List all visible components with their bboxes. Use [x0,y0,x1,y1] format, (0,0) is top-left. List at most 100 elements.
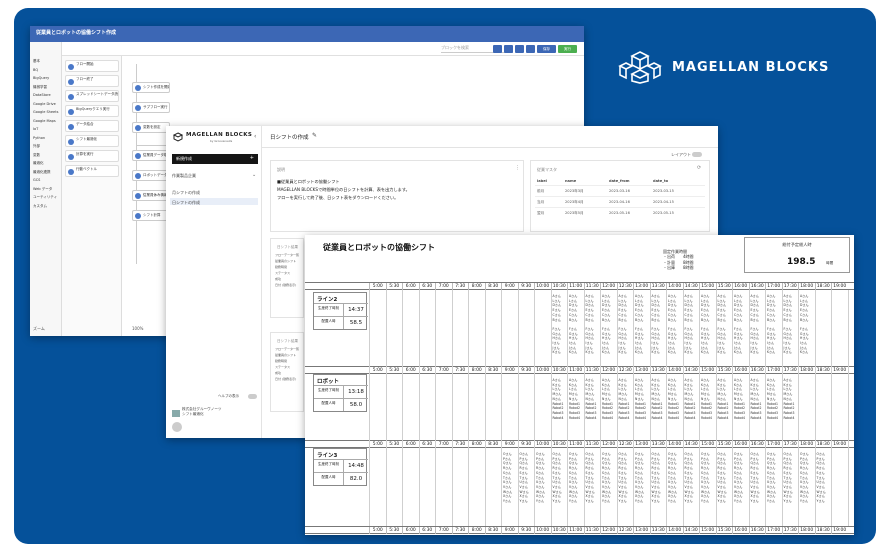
palette-block-label: BigQueryクエリ実行 [76,107,110,111]
shift-name-cell: Robot4 [569,415,580,420]
flow-node[interactable]: ロボットデータ取得 [132,170,170,181]
master-cell: 2023年4月 [565,200,584,204]
collapse-nav-icon[interactable]: ‹ [254,133,256,140]
palette-block[interactable]: BigQueryクエリ実行 [65,105,119,117]
undo-button[interactable] [515,45,524,53]
grid-column-line [682,290,684,526]
shift-grid: 5:00 5:30 6:00 6:30 7:00 7:30 8:00 8:30 9:00 9:30… [305,235,854,535]
palette-block[interactable]: スプレッドシートデータ読込 [65,90,119,102]
time-slot-label: 11:00 [567,527,584,534]
time-slot-label: 18:30 [814,527,832,534]
time-slot-label: 7:00 [435,527,452,534]
sidebar-item[interactable]: Web データ [33,187,52,192]
sidebar-item[interactable]: Google Drive [33,102,56,106]
time-slot-label: 17:00 [765,367,782,374]
more-icon[interactable]: ⋮ [515,165,520,171]
shift-name-cell: Robot4 [668,415,679,420]
flow-node[interactable]: シフト計算 [132,210,170,221]
flow-node[interactable]: 変数を設定 [132,122,170,133]
sidebar-item[interactable]: Google Sheets [33,110,58,114]
sidebar-item[interactable]: カスタム [33,204,47,209]
chevron-down-icon: ⌄ [252,172,257,178]
sidebar-item[interactable]: ユーティリティ [33,195,57,200]
row-divider [535,185,705,186]
shift-name-cell: Kさん [734,350,743,355]
time-slot-label: 18:30 [814,441,832,448]
shift-name-cell: Bさん [734,317,743,322]
sidebar-item[interactable]: DataStore [33,93,51,97]
nav-item-daily[interactable]: 日シフトの作成 [172,200,200,206]
time-slot-label: 12:30 [616,367,634,374]
flow-node-label: 変数を設定 [143,125,161,129]
time-slot-label: 16:00 [732,367,749,374]
sidebar-item[interactable]: 変数 [33,153,40,158]
time-slot-label: 9:30 [517,367,535,374]
nav-item-monthly[interactable]: 月シフトの作成 [172,190,200,196]
time-slot-label: 9:00 [501,283,518,290]
result-line: 日付 (勤務表示) [275,283,297,287]
palette-block[interactable]: シフト最適化 [65,135,119,147]
time-slot-label: 11:00 [567,283,584,290]
grid-column-line [616,290,618,526]
result-card: 日シフト結果 フローデータ一覧 従業員のシフト 勤務時間 ステータス 成功 日付 (勤務表… [270,238,304,318]
save-button[interactable]: 保存 [537,45,556,53]
sidebar-item[interactable]: GCS [33,178,40,182]
new-button[interactable]: 新規作成 + [172,154,258,164]
description-line: MAGELLAN BLOCKSで時間単位の日シフトを計算、表を出力します。 [277,187,410,192]
flow-node[interactable]: 従業員休み情報取得 [132,190,170,201]
avatar[interactable] [172,422,182,432]
palette-block[interactable]: データ結合 [65,120,119,132]
block-icon [135,213,141,219]
master-label: 従業マスタ [537,167,557,172]
sidebar-item[interactable]: BQ [33,68,38,72]
sidebar-item[interactable]: 基本 [33,59,40,64]
sidebar-item[interactable]: Google Maps [33,119,56,123]
shift-name-cell: Yさん [569,499,578,503]
zoom-in-button[interactable] [493,45,502,53]
master-cell: 前月 [537,189,545,193]
sidebar-item[interactable]: 外部 [33,144,40,149]
sidebar-item[interactable]: BigQuery [33,76,49,80]
edit-title-icon[interactable]: ✎ [312,132,317,139]
time-slot-label: 13:30 [649,527,667,534]
shift-name-cell: Bさん [701,317,710,322]
time-slot-label: 5:30 [385,441,403,448]
sidebar-item[interactable]: 最適化 [33,161,44,166]
result-label: 日シフト結果 [277,339,298,343]
flow-node[interactable]: シフト作成を開始 [132,82,170,93]
time-slot-label: 10:30 [550,367,568,374]
block-palette: フロー開始フロー終了スプレッドシートデータ読込 BigQueryクエリ実行データ結… [62,56,122,336]
sidebar-item[interactable]: IoT [33,127,38,131]
master-cell: 当月 [537,200,545,204]
time-slot-label: 6:30 [418,527,436,534]
editor-sidebar: 基本 BQ BigQuery 機械学習 DataStore Google Drive Goo… [30,42,62,336]
palette-block[interactable]: フロー終了 [65,75,119,87]
time-slot-label: 17:30 [781,441,799,448]
flow-node[interactable]: サブフロー実行 [132,102,170,113]
flow-node[interactable]: 従業員データ取得 [132,150,170,161]
time-slot-label: 7:00 [435,283,452,290]
nav-group[interactable]: 作業製品企業 [172,173,196,179]
sidebar-item[interactable]: Python [33,136,45,140]
description-line: フローを実行して終了後、日シフト表をダウンロードください。 [277,195,399,200]
help-toggle[interactable] [248,394,257,399]
shift-name-cell: Robot4 [701,415,712,420]
result-line: 成功 [275,277,282,281]
sidebar-item[interactable]: 最適化連携 [33,170,51,175]
palette-block[interactable]: 行動ベクトル [65,165,119,177]
time-slot-label: 17:00 [765,527,782,534]
palette-block[interactable]: フロー開始 [65,60,119,72]
block-icon [135,85,141,91]
run-button[interactable]: 実行 [558,45,577,53]
palette-block[interactable]: 計算を実行 [65,150,119,162]
shift-name-cell: Yさん [668,499,677,503]
time-slot-label: 10:00 [534,527,551,534]
sidebar-item[interactable]: 機械学習 [33,85,47,90]
block-search-input[interactable]: ブロックを検索 [441,45,513,53]
layout-toggle[interactable] [692,152,702,157]
shift-name-cell: Bさん [552,317,561,322]
redo-button[interactable] [526,45,535,53]
time-slot-label: 15:30 [715,367,733,374]
refresh-icon[interactable]: ⟳ [697,165,701,171]
zoom-out-button[interactable] [504,45,513,53]
